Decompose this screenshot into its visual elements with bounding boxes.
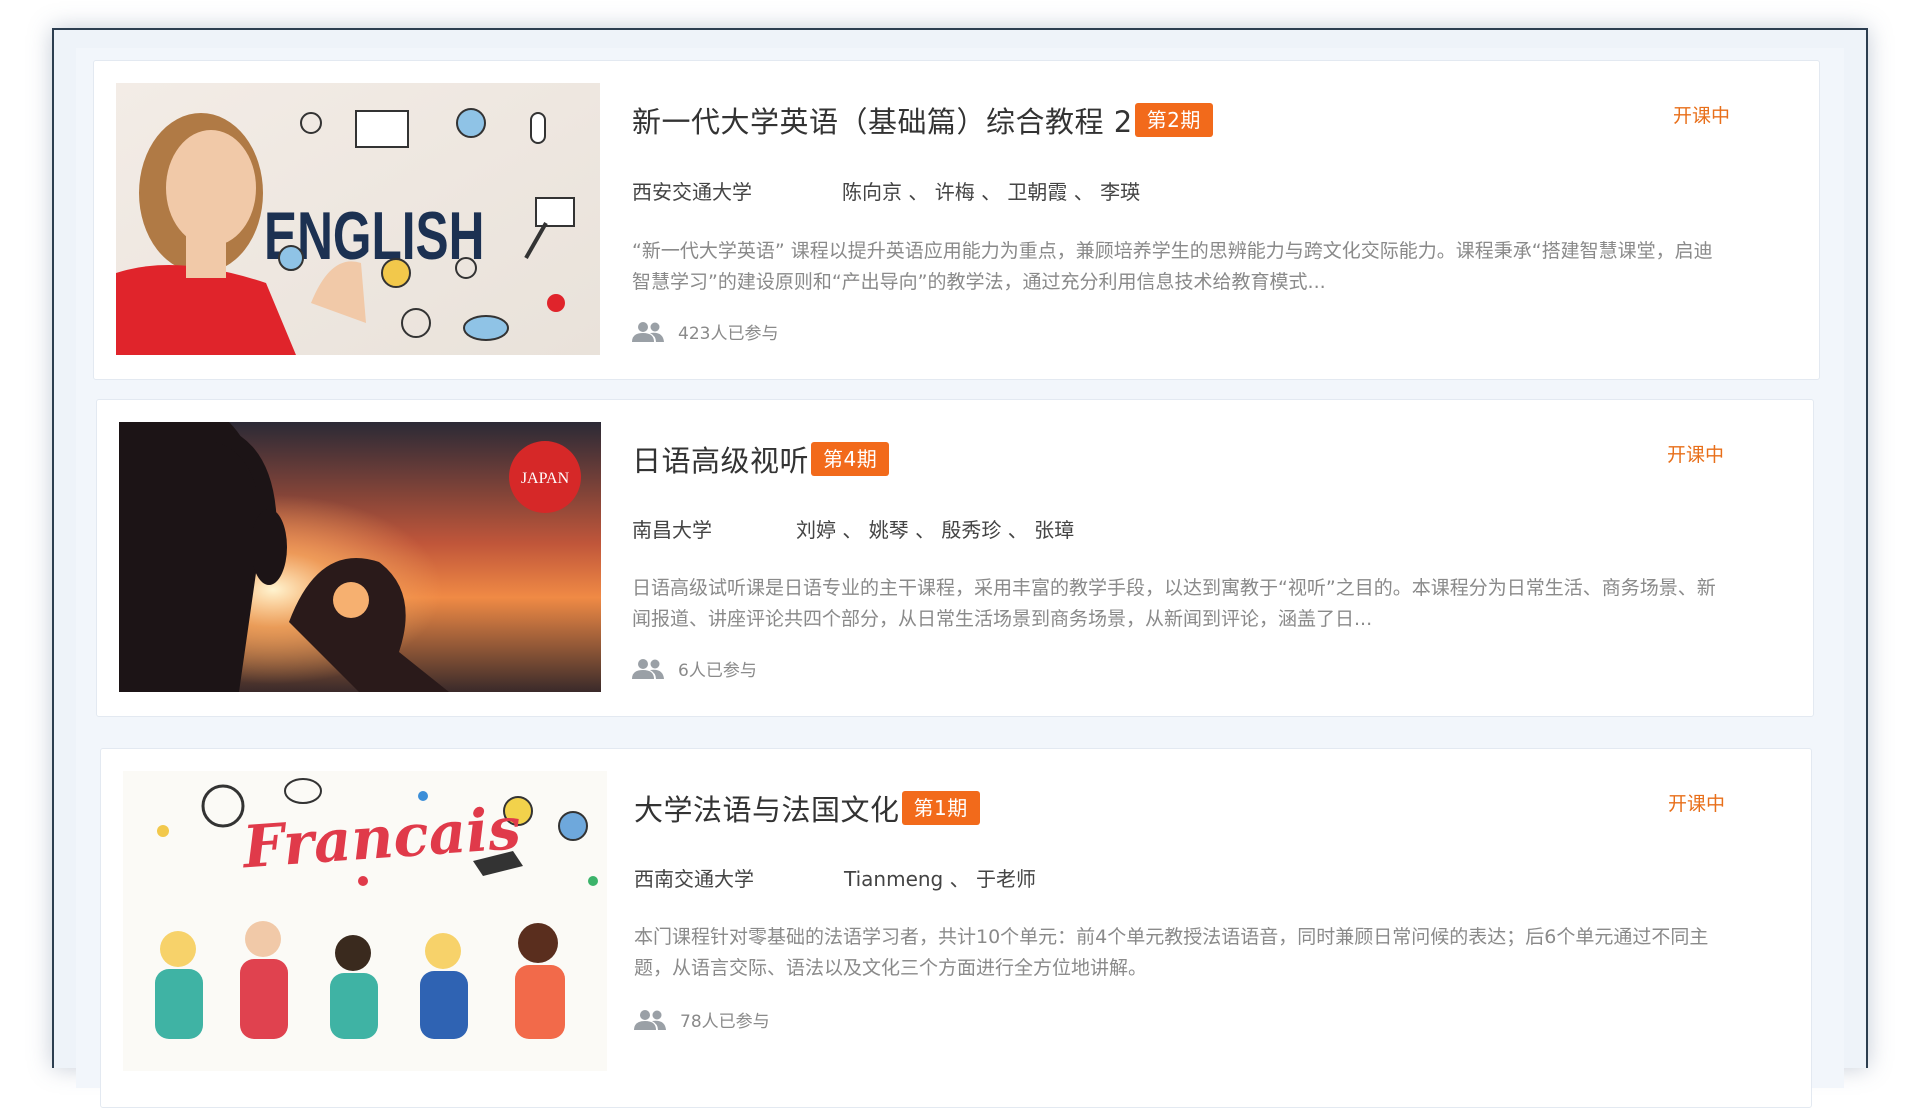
term-badge: 第2期 [1134,103,1213,137]
participant-text: 78人已参与 [680,1012,770,1032]
course-title-text[interactable]: 大学法语与法国文化 [634,787,900,829]
course-title[interactable]: 大学法语与法国文化 第1期 [634,787,980,829]
participant-count: 78人已参与 [634,1007,770,1032]
school-name: 南昌大学 [632,518,712,542]
status-label: 开课中 [1667,444,1725,466]
course-thumbnail-japanese[interactable]: JAPAN [119,422,601,692]
course-meta: 南昌大学 刘婷 、 姚琴 、 殷秀珍 、 张璋 [632,514,1074,543]
course-description: “新一代大学英语” 课程以提升英语应用能力为重点，兼顾培养学生的思辨能力与跨文化… [632,240,1713,293]
term-badge: 第4期 [811,442,890,476]
teacher-list: 陈向京 、 许梅 、 卫朝霞 、 李瑛 [842,180,1141,204]
course-description: 本门课程针对零基础的法语学习者，共计10个单元：前4个单元教授法语语音，同时兼顾… [634,926,1709,979]
thumbnail-japan-text: JAPAN [521,470,570,487]
teacher-list: Tianmeng 、 于老师 [844,867,1036,891]
course-thumbnail-english[interactable]: ENGLISH [116,83,600,355]
teacher-list: 刘婷 、 姚琴 、 殷秀珍 、 张璋 [796,518,1075,542]
participant-count: 423人已参与 [632,319,778,344]
course-meta: 西安交通大学 陈向京 、 许梅 、 卫朝霞 、 李瑛 [632,176,1140,205]
course-title[interactable]: 新一代大学英语（基础篇）综合教程 2 第2期 [632,99,1213,141]
course-meta: 西南交通大学 Tianmeng 、 于老师 [634,863,1036,892]
course-title-text[interactable]: 日语高级视听 [632,438,809,480]
status-label: 开课中 [1673,105,1731,127]
course-thumbnail-french[interactable]: Francais [123,771,607,1071]
participant-text: 6人已参与 [678,661,757,681]
people-icon [632,658,664,679]
term-badge: 第1期 [901,791,980,825]
school-name: 西安交通大学 [632,180,752,204]
course-card-english[interactable]: ENGLISH 新一代大学英语（基础篇）综合教程 2 第2期 开课中 西安交通大… [93,60,1820,380]
course-list: ENGLISH 新一代大学英语（基础篇）综合教程 2 第2期 开课中 西安交通大… [76,48,1844,1108]
status-label: 开课中 [1668,793,1726,815]
course-card-japanese[interactable]: JAPAN 日语高级视听 第4期 开课中 南昌大学 刘婷 、 姚琴 、 殷秀珍 、… [96,399,1814,717]
participant-count: 6人已参与 [632,656,757,681]
course-description: 日语高级试听课是日语专业的主干课程，采用丰富的教学手段，以达到寓教于“视听”之目… [632,577,1716,630]
people-icon [632,321,664,342]
course-title[interactable]: 日语高级视听 第4期 [632,438,890,480]
window-frame: ENGLISH 新一代大学英语（基础篇）综合教程 2 第2期 开课中 西安交通大… [52,28,1868,1108]
people-icon [634,1009,666,1030]
course-title-text[interactable]: 新一代大学英语（基础篇）综合教程 2 [632,99,1133,141]
participant-text: 423人已参与 [678,324,779,344]
course-card-french[interactable]: Francais 大学法语与法国文化 第1期 开课中 西南交通大学 Tianme… [100,748,1812,1108]
school-name: 西南交通大学 [634,867,754,891]
